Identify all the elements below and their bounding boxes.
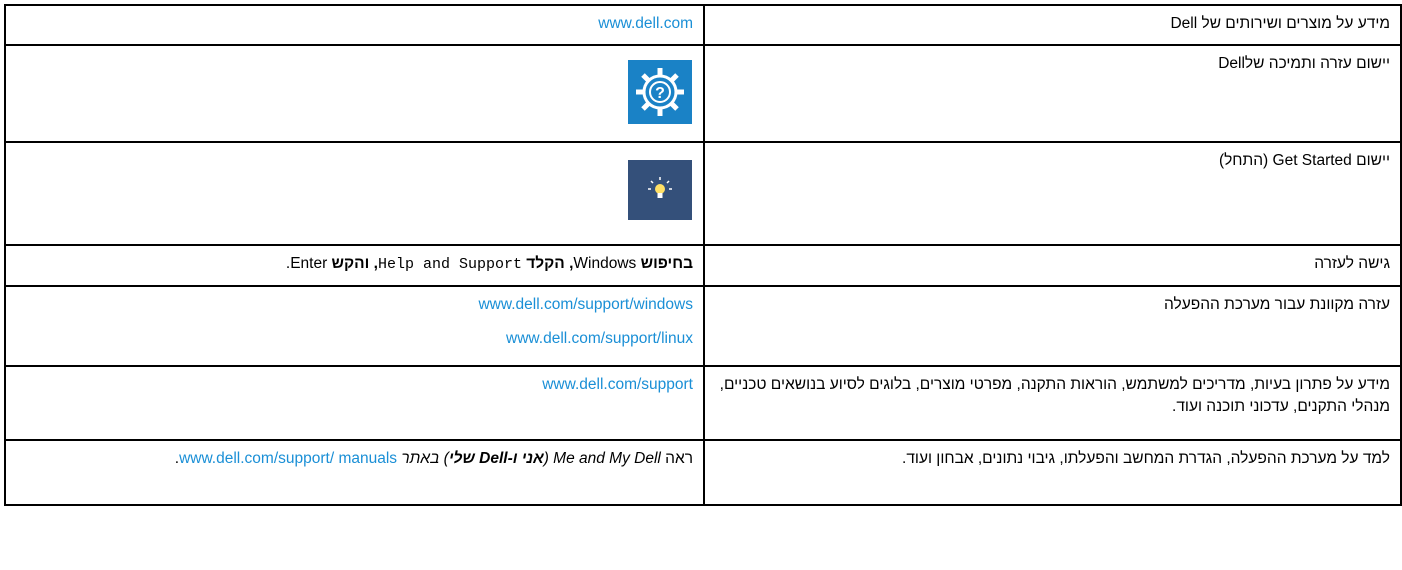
- content-text: Me and My Dell: [553, 450, 661, 467]
- table-row: www.dell.com מידע על מוצרים ושירותים של …: [4, 4, 1402, 46]
- content-text: Help and Support: [377, 256, 522, 273]
- content-cell: www.dell.com: [4, 4, 705, 46]
- windows-support-link[interactable]: www.dell.com/support/windows: [478, 296, 693, 313]
- content-text: Enter: [290, 255, 328, 272]
- svg-text:?: ?: [655, 85, 665, 102]
- table-row: www.dell.com/support מידע על פתרון בעיות…: [4, 365, 1402, 441]
- table-row: ? יישום עזרה ותמיכה שלDell: [4, 44, 1402, 143]
- content-cell: בחיפוש Windows, הקלד Help and Support, ו…: [4, 244, 705, 287]
- content-cell: ראה Me and My Dell (אני ו-Dell שלי) באתר…: [4, 439, 705, 506]
- content-cell: www.dell.com/support/windows www.dell.co…: [4, 285, 705, 367]
- linux-support-link[interactable]: www.dell.com/support/linux: [506, 330, 693, 347]
- content-text: אני ו-Dell שלי: [448, 450, 544, 467]
- content-text: ראה: [660, 450, 693, 467]
- content-cell: ?: [4, 44, 705, 143]
- support-link[interactable]: www.dell.com/support: [542, 376, 693, 393]
- dell-website-link[interactable]: www.dell.com: [598, 15, 693, 32]
- content-text: , הקלד: [521, 255, 574, 272]
- label-cell: גישה לעזרה: [703, 244, 1402, 287]
- label-cell: יישום Get Started (התחל): [703, 141, 1402, 246]
- dell-resources-table: www.dell.com מידע על מוצרים ושירותים של …: [4, 4, 1402, 506]
- label-cell: מידע על מוצרים ושירותים של Dell: [703, 4, 1402, 46]
- content-text: Windows: [573, 255, 637, 272]
- table-row: www.dell.com/support/windows www.dell.co…: [4, 285, 1402, 367]
- content-cell: www.dell.com/support: [4, 365, 705, 441]
- manuals-link[interactable]: www.dell.com/support/ manuals: [179, 450, 397, 467]
- content-text: (: [543, 450, 554, 467]
- label-cell: למד על מערכת ההפעלה, הגדרת המחשב והפעלתו…: [703, 439, 1402, 506]
- table-row: בחיפוש Windows, הקלד Help and Support, ו…: [4, 244, 1402, 287]
- content-cell: [4, 141, 705, 246]
- table-row: יישום Get Started (התחל): [4, 141, 1402, 246]
- label-cell: יישום עזרה ותמיכה שלDell: [703, 44, 1402, 143]
- page: www.dell.com מידע על מוצרים ושירותים של …: [0, 0, 1402, 570]
- content-text: , והקש: [327, 255, 378, 272]
- label-cell: עזרה מקוונת עבור מערכת ההפעלה: [703, 285, 1402, 367]
- content-text: בחיפוש: [636, 255, 693, 272]
- table-row: ראה Me and My Dell (אני ו-Dell שלי) באתר…: [4, 439, 1402, 506]
- help-gear-icon: ?: [628, 60, 692, 124]
- content-text: ) באתר: [397, 450, 449, 467]
- lightbulb-icon: [628, 160, 692, 220]
- label-cell: מידע על פתרון בעיות, מדריכים למשתמש, הור…: [703, 365, 1402, 441]
